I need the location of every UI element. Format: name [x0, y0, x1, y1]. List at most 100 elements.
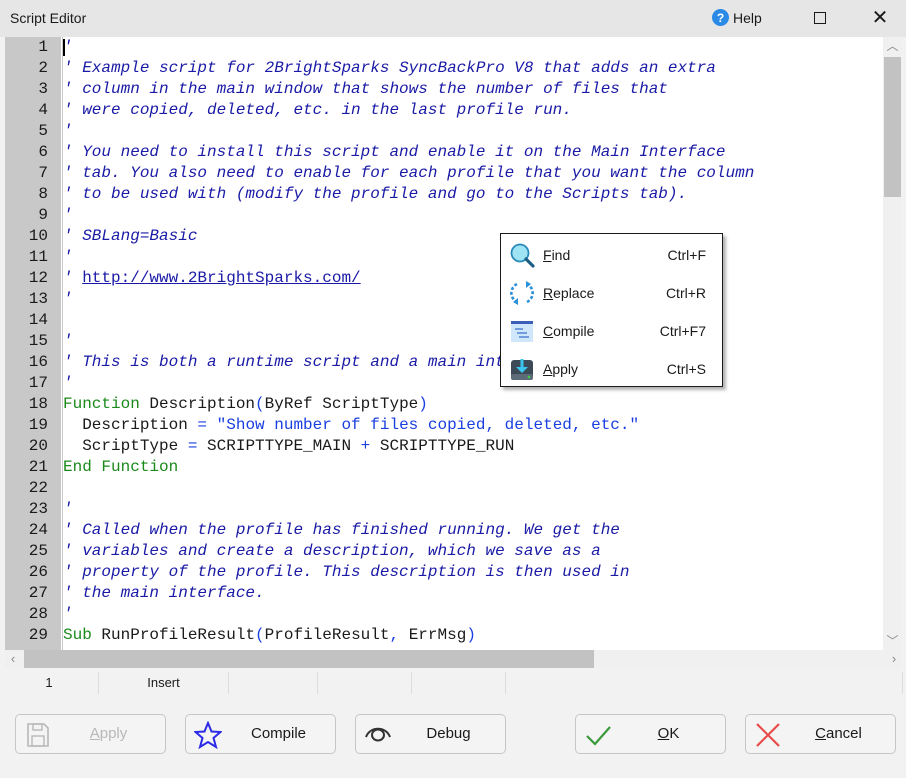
line-number: 3 — [38, 80, 48, 98]
status-cell-6 — [506, 672, 903, 694]
title-bar: Script Editor ? Help ✕ — [0, 0, 906, 37]
ok-button[interactable]: OK — [575, 714, 726, 754]
debug-button[interactable]: Debug — [355, 714, 506, 754]
line-number: 13 — [28, 290, 48, 308]
code-line[interactable]: 15 ' — [5, 331, 883, 352]
code-line[interactable]: 4 ' were copied, deleted, etc. in the las… — [5, 100, 883, 121]
code-line[interactable]: 9 ' — [5, 205, 883, 226]
debug-label: Debug — [426, 725, 471, 742]
line-code: ' Example script for 2BrightSparks SyncB… — [63, 58, 716, 79]
code-token: ' SBLang=Basic — [63, 227, 198, 245]
code-token: ' column in the main window that shows t… — [63, 80, 668, 98]
code-token: ' tab. You also need to enable for each … — [63, 164, 755, 182]
line-number: 19 — [28, 416, 48, 434]
code-line[interactable]: 21 End Function — [5, 457, 883, 478]
maximize-button[interactable] — [808, 8, 832, 30]
line-code: Sub RunProfileResult(ProfileResult, ErrM… — [63, 625, 476, 646]
code-line[interactable]: 8 ' to be used with (modify the profile a… — [5, 184, 883, 205]
code-line[interactable]: 6 ' You need to install this script and e… — [5, 142, 883, 163]
menu-item-apply[interactable]: Apply Ctrl+S — [501, 350, 722, 388]
compile-label: Compile — [250, 725, 307, 742]
code-line[interactable]: 16 ' This is both a runtime script and a … — [5, 352, 883, 373]
line-code: Description = "Show number of files copi… — [63, 415, 639, 436]
code-token: ByRef ScriptType — [264, 395, 419, 413]
code-token: + — [360, 437, 371, 455]
status-cell-5 — [412, 672, 506, 694]
cancel-accel: C — [815, 725, 826, 742]
line-code: ' property of the profile. This descript… — [63, 562, 630, 583]
line-code: ScriptType = SCRIPTTYPE_MAIN + SCRIPTTYP… — [63, 436, 514, 457]
line-number: 5 — [38, 122, 48, 140]
menu-item-find[interactable]: Find Ctrl+F — [501, 236, 722, 274]
code-line[interactable]: 11 ' — [5, 247, 883, 268]
window-title: Script Editor — [10, 10, 87, 26]
menu-item-replace[interactable]: Replace Ctrl+R — [501, 274, 722, 312]
code-line[interactable]: 22 — [5, 478, 883, 499]
code-editor[interactable]: 1 ' 2 ' Example script for 2BrightSparks Sy… — [5, 37, 902, 650]
line-code: ' — [63, 604, 73, 625]
apply-menu-label: pply — [552, 361, 579, 377]
line-number: 17 — [28, 374, 48, 392]
code-line[interactable]: 17 ' — [5, 373, 883, 394]
vertical-scroll-thumb[interactable] — [884, 57, 901, 197]
line-code: ' — [63, 205, 73, 226]
code-hyperlink[interactable]: http://www.2BrightSparks.com/ — [82, 269, 360, 287]
line-code: ' — [63, 289, 73, 310]
line-code: ' — [63, 247, 73, 268]
line-number: 11 — [28, 248, 48, 266]
code-line[interactable]: 5 ' — [5, 121, 883, 142]
code-line[interactable]: 28 ' — [5, 604, 883, 625]
scroll-up-arrow-icon[interactable]: ︿ — [883, 37, 902, 55]
code-token: ' — [63, 122, 73, 140]
code-line[interactable]: 18 Function Description(ByRef ScriptType) — [5, 394, 883, 415]
code-token: SCRIPTTYPE_RUN — [370, 437, 515, 455]
horizontal-scrollbar[interactable]: ‹ › — [5, 650, 902, 668]
line-number: 21 — [28, 458, 48, 476]
horizontal-scroll-thumb[interactable] — [24, 650, 594, 668]
vertical-scrollbar[interactable]: ︿ ﹀ — [883, 37, 902, 650]
status-line-number: 1 — [0, 672, 99, 694]
code-line[interactable]: 3 ' column in the main window that shows … — [5, 79, 883, 100]
line-code: ' the main interface. — [63, 583, 265, 604]
help-button[interactable]: ? Help — [712, 9, 762, 26]
find-shortcut: Ctrl+F — [667, 247, 707, 263]
scroll-down-arrow-icon[interactable]: ﹀ — [883, 632, 902, 650]
status-bar: 1 Insert — [0, 670, 906, 696]
code-line[interactable]: 23 ' — [5, 499, 883, 520]
apply-label: pply — [99, 725, 128, 742]
line-number: 25 — [28, 542, 48, 560]
code-line[interactable]: 13 ' — [5, 289, 883, 310]
status-cell-4 — [318, 672, 412, 694]
code-line[interactable]: 2 ' Example script for 2BrightSparks Sync… — [5, 58, 883, 79]
scroll-left-arrow-icon[interactable]: ‹ — [5, 650, 21, 668]
close-button[interactable]: ✕ — [868, 7, 892, 29]
code-line[interactable]: 19 Description = "Show number of files c… — [5, 415, 883, 436]
cancel-button[interactable]: Cancel — [745, 714, 896, 754]
line-code: ' — [63, 499, 73, 520]
ok-label: K — [669, 725, 680, 742]
code-line[interactable]: 7 ' tab. You also need to enable for each… — [5, 163, 883, 184]
ok-accel: O — [657, 725, 670, 742]
code-line[interactable]: 27 ' the main interface. — [5, 583, 883, 604]
code-line[interactable]: 25 ' variables and create a description, … — [5, 541, 883, 562]
code-line[interactable]: 29 Sub RunProfileResult(ProfileResult, Er… — [5, 625, 883, 646]
line-number: 18 — [28, 395, 48, 413]
apply-shortcut: Ctrl+S — [666, 361, 706, 377]
scroll-right-arrow-icon[interactable]: › — [886, 650, 902, 668]
code-line[interactable]: 1 ' — [5, 37, 883, 58]
line-number: 24 — [28, 521, 48, 539]
code-line[interactable]: 24 ' Called when the profile has finished… — [5, 520, 883, 541]
code-line[interactable]: 26 ' property of the profile. This descri… — [5, 562, 883, 583]
find-accel: F — [543, 247, 552, 263]
menu-item-compile[interactable]: Compile Ctrl+F7 — [501, 312, 722, 350]
code-line[interactable]: 10 ' SBLang=Basic — [5, 226, 883, 247]
apply-button[interactable]: Apply — [15, 714, 166, 754]
close-icon: ✕ — [871, 7, 889, 29]
code-lines[interactable]: 1 ' 2 ' Example script for 2BrightSparks Sy… — [5, 37, 883, 646]
code-line[interactable]: 14 — [5, 310, 883, 331]
code-line[interactable]: 20 ScriptType = SCRIPTTYPE_MAIN + SCRIPT… — [5, 436, 883, 457]
line-code: ' — [63, 373, 73, 394]
line-number: 15 — [28, 332, 48, 350]
compile-button[interactable]: Compile — [185, 714, 336, 754]
code-line[interactable]: 12 ' http://www.2BrightSparks.com/ — [5, 268, 883, 289]
